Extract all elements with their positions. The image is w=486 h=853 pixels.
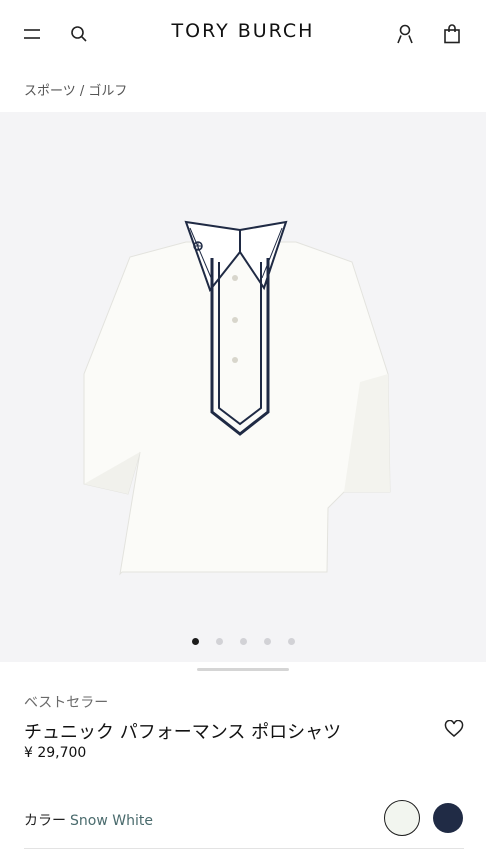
color-label: カラー [24, 813, 66, 829]
breadcrumb-separator: / [75, 84, 89, 99]
site-header: TORY BURCH [0, 0, 486, 70]
gallery-dot-2[interactable] [215, 638, 223, 645]
product-price: ¥ 29,700 [24, 745, 87, 761]
color-selector-label: カラー Snow White [24, 810, 153, 830]
product-gallery[interactable] [0, 112, 486, 662]
product-title: チュニック パフォーマンス ポロシャツ [24, 722, 342, 743]
user-icon [397, 24, 413, 44]
breadcrumb: スポーツ / ゴルフ [24, 80, 127, 99]
gallery-pagination [0, 638, 486, 645]
breadcrumb-golf[interactable]: ゴルフ [88, 84, 127, 99]
product-image[interactable] [0, 112, 486, 632]
gallery-dot-1[interactable] [191, 638, 199, 645]
gallery-dot-4[interactable] [263, 638, 271, 645]
shopping-bag-icon [444, 24, 460, 44]
wishlist-button[interactable] [440, 716, 468, 742]
gallery-dot-5[interactable] [287, 638, 295, 645]
divider [24, 848, 464, 849]
breadcrumb-sports[interactable]: スポーツ [24, 84, 76, 99]
sheet-drag-handle[interactable] [197, 668, 289, 671]
color-swatch-snow-white[interactable] [384, 800, 420, 836]
bestseller-badge: ベストセラー [24, 695, 109, 711]
shopping-bag-button[interactable] [438, 20, 466, 48]
color-swatch-navy[interactable] [433, 803, 463, 833]
polo-shirt-illustration [83, 220, 391, 576]
selected-color-name: Snow White [70, 813, 153, 829]
heart-icon [444, 720, 464, 737]
gallery-dot-3[interactable] [239, 638, 247, 645]
account-button[interactable] [392, 20, 418, 48]
